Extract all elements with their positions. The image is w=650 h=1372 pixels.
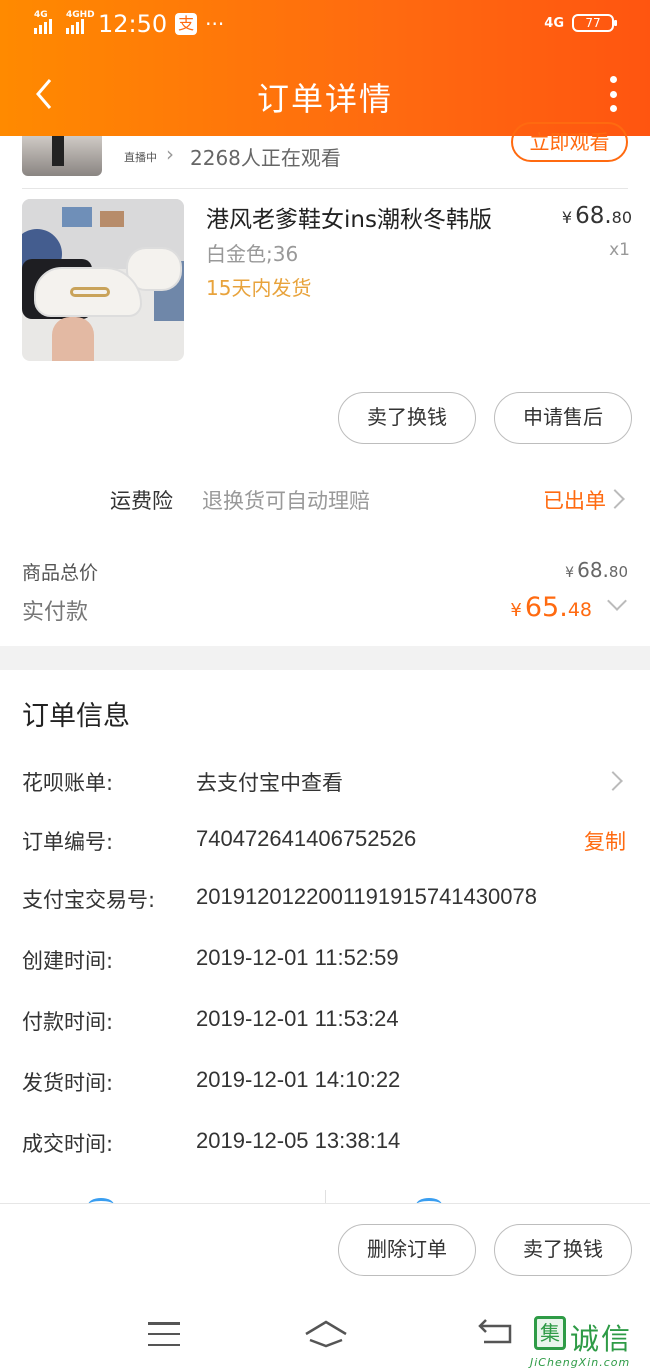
created-time-label: 创建时间: <box>22 949 114 973</box>
chevron-right-icon <box>603 771 623 791</box>
sell-for-cash-button[interactable]: 卖了换钱 <box>338 392 476 444</box>
price-decimal: 48 <box>567 599 592 621</box>
signal-icon-2: 4GHD <box>66 10 95 34</box>
price-integer: 68. <box>575 203 612 229</box>
watermark-name: 诚信 <box>570 1322 633 1356</box>
product-sku: 白金色;36 <box>206 242 299 266</box>
contact-row-peek <box>0 1188 650 1204</box>
alipay-trade-number-label: 支付宝交易号: <box>22 888 156 912</box>
huabei-value[interactable]: 去支付宝中查看 <box>196 767 343 797</box>
signal-label-2: 4GHD <box>66 10 95 20</box>
watermark-logo: 集 <box>534 1316 566 1350</box>
product-name[interactable]: 港风老爹鞋女ins潮秋冬韩版 <box>206 200 492 234</box>
paid-amount-label: 实付款 <box>22 600 89 625</box>
order-number-label: 订单编号: <box>22 830 114 854</box>
divider <box>325 1190 326 1204</box>
currency-symbol: ¥ <box>565 565 575 581</box>
chevron-down-icon[interactable] <box>607 591 627 611</box>
battery-icon: 77 <box>572 14 617 32</box>
status-time: 12:50 <box>98 10 168 38</box>
currency-symbol: ¥ <box>561 208 573 227</box>
shipped-time-value: 2019-12-01 14:10:22 <box>196 1067 401 1092</box>
product-image[interactable] <box>22 199 184 361</box>
section-divider <box>0 646 650 670</box>
currency-symbol: ¥ <box>510 600 522 621</box>
alipay-trade-number-value: 2019120122001191915741430078 <box>196 884 537 909</box>
price-integer: 68. <box>577 558 609 582</box>
signal-label-1: 4G <box>34 10 48 20</box>
more-options-icon[interactable] <box>608 76 618 112</box>
delete-order-button[interactable]: 删除订单 <box>338 1224 476 1276</box>
status-left: 4G 4GHD 12:50 支 ··· <box>34 10 224 38</box>
request-after-sale-button[interactable]: 申请售后 <box>494 392 632 444</box>
watermark-url: JiChengXin.com <box>530 1356 631 1369</box>
order-number-value: 740472641406752526 <box>196 826 417 851</box>
shipping-note: 15天内发货 <box>206 276 312 300</box>
goods-total-label: 商品总价 <box>22 562 99 584</box>
payment-time-value: 2019-12-01 11:53:24 <box>196 1006 399 1031</box>
network-label: 4G <box>544 15 564 31</box>
goods-total-price: ¥ 68. 80 <box>565 558 628 582</box>
copy-order-number-button[interactable]: 复制 <box>584 826 626 856</box>
chevron-right-icon: › <box>166 142 174 166</box>
status-right: 4G 77 <box>544 14 617 32</box>
alipay-notification-icon: 支 <box>175 13 198 35</box>
chevron-right-icon <box>605 489 625 509</box>
insurance-label: 运费险 <box>110 489 173 513</box>
site-watermark: 集 诚信 JiChengXin.com <box>528 1316 650 1372</box>
divider <box>22 188 628 189</box>
shipped-time-label: 发货时间: <box>22 1071 114 1095</box>
completed-time-label: 成交时间: <box>22 1132 114 1156</box>
signal-icon: 4G <box>34 10 52 34</box>
huabei-label: 花呗账单: <box>22 771 114 795</box>
live-tag: 直播中 <box>124 151 157 164</box>
completed-time-value: 2019-12-05 13:38:14 <box>196 1128 401 1153</box>
home-icon[interactable] <box>304 1318 348 1348</box>
watch-now-button[interactable]: 立即观看 <box>511 122 628 162</box>
price-decimal: 80 <box>608 563 628 581</box>
insurance-description: 退换货可自动理赔 <box>202 489 370 513</box>
order-info-title: 订单信息 <box>22 701 130 732</box>
price-integer: 65. <box>524 592 568 623</box>
live-thumbnail[interactable] <box>22 136 102 176</box>
payment-time-label: 付款时间: <box>22 1010 114 1034</box>
system-back-icon[interactable] <box>478 1318 514 1346</box>
created-time-value: 2019-12-01 11:52:59 <box>196 945 399 970</box>
page-title: 订单详情 <box>256 80 393 118</box>
live-viewers: 2268人正在观看 <box>190 146 341 170</box>
menu-icon[interactable] <box>148 1322 180 1346</box>
sell-for-cash-button-bottom[interactable]: 卖了换钱 <box>494 1224 632 1276</box>
insurance-status[interactable]: 已出单 <box>543 485 606 515</box>
product-price: ¥ 68. 80 <box>562 203 632 229</box>
live-stream-row[interactable]: 直播中 › 2268人正在观看 立即观看 <box>0 122 650 188</box>
paid-amount: ¥ 65. 48 <box>510 592 592 623</box>
product-quantity: x1 <box>609 240 630 260</box>
more-notifications-icon: ··· <box>205 12 225 36</box>
price-decimal: 80 <box>611 208 632 227</box>
status-bar: 4G 4GHD 12:50 支 ··· 4G 77 <box>0 0 650 52</box>
